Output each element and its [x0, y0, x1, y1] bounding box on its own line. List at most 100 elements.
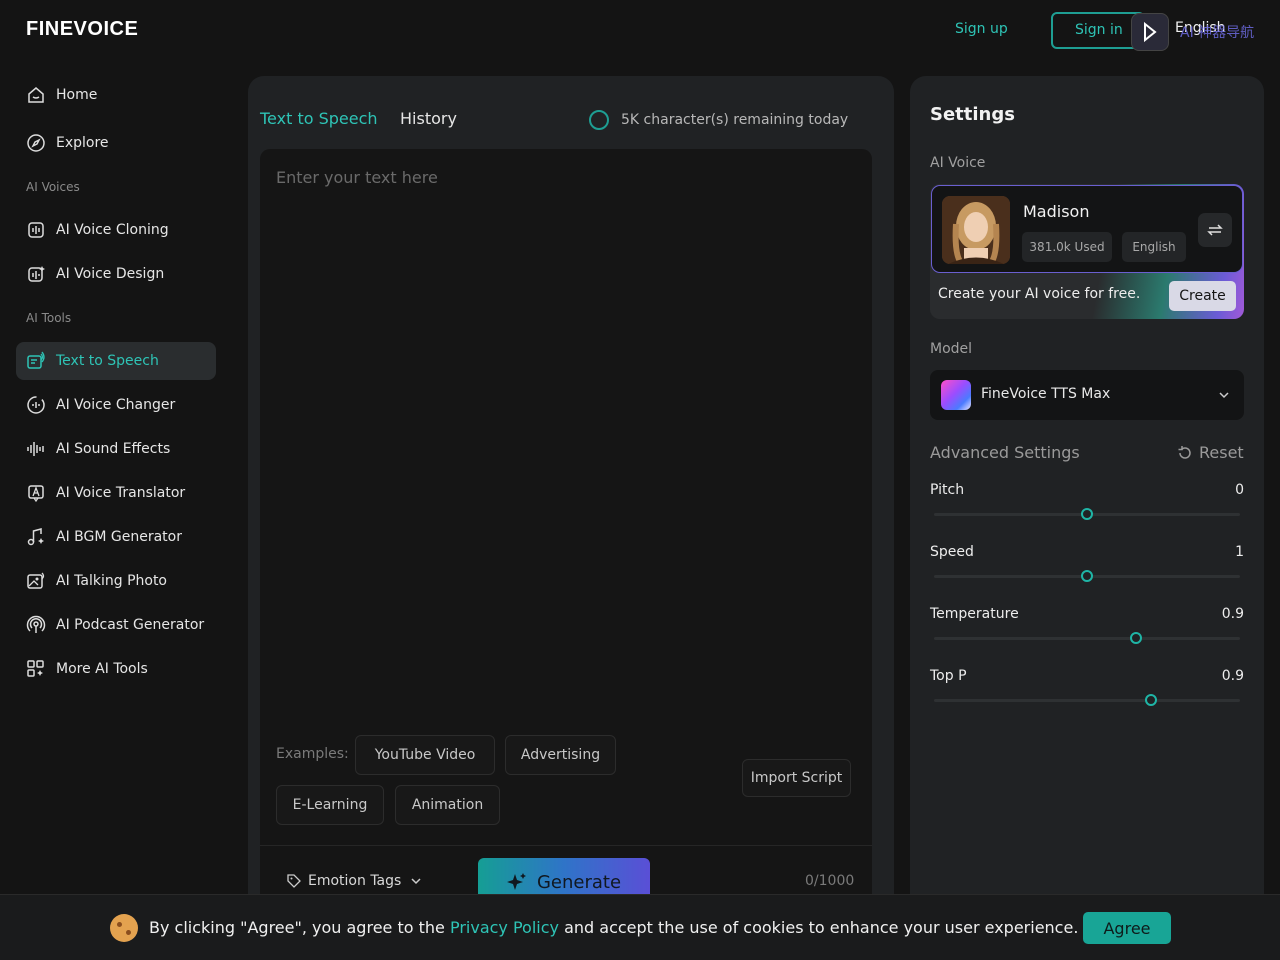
sidebar-item-label: AI Voice Changer — [56, 397, 176, 413]
model-label: Model — [930, 341, 973, 357]
cookie-banner: By clicking "Agree", you agree to the Pr… — [0, 894, 1280, 960]
podcast-icon — [26, 615, 46, 633]
privacy-policy-link[interactable]: Privacy Policy — [450, 918, 559, 937]
sidebar-item-voice-design[interactable]: AI Voice Design — [16, 255, 216, 293]
sidebar-item-home[interactable]: Home — [16, 76, 216, 114]
import-script-button[interactable]: Import Script — [742, 759, 851, 797]
reset-icon — [1178, 445, 1191, 459]
speed-slider-thumb[interactable] — [1081, 570, 1093, 582]
sidebar-item-sound-effects[interactable]: AI Sound Effects — [16, 430, 216, 468]
cookie-message: By clicking "Agree", you agree to the Pr… — [149, 918, 1078, 937]
sidebar-item-label: AI Podcast Generator — [56, 617, 205, 633]
sparkle-icon — [506, 873, 526, 890]
sidebar-item-explore[interactable]: Explore — [16, 124, 216, 162]
home-icon — [28, 87, 44, 103]
reset-button[interactable]: Reset — [1177, 443, 1244, 462]
compass-icon — [27, 134, 45, 152]
example-youtube-video[interactable]: YouTube Video — [355, 735, 495, 775]
quota-ring-icon — [589, 110, 609, 130]
example-advertising[interactable]: Advertising — [505, 735, 616, 775]
sidebar-item-text-to-speech[interactable]: Text to Speech — [16, 342, 216, 380]
top-p-slider[interactable] — [934, 694, 1240, 706]
examples-label: Examples: — [276, 746, 349, 762]
sidebar-item-label: AI Voice Cloning — [56, 222, 169, 238]
ai-voice-label: AI Voice — [930, 155, 986, 171]
cookie-text-after: and accept the use of cookies to enhance… — [559, 918, 1079, 937]
pitch-slider[interactable] — [934, 508, 1240, 520]
sidebar-item-bgm-generator[interactable]: AI BGM Generator — [16, 518, 216, 556]
top-p-label: Top P — [930, 668, 967, 684]
watermark: AI 神器导航 — [1180, 25, 1255, 41]
text-placeholder[interactable]: Enter your text here — [276, 168, 438, 187]
swap-icon — [1207, 224, 1223, 236]
section-ai-tools: AI Tools — [26, 311, 72, 325]
sidebar-item-talking-photo[interactable]: AI Talking Photo — [16, 562, 216, 600]
cookie-text-before: By clicking "Agree", you agree to the — [149, 918, 450, 937]
section-ai-voices: AI Voices — [26, 180, 80, 194]
swap-voice-button[interactable] — [1198, 213, 1232, 247]
pitch-slider-thumb[interactable] — [1081, 508, 1093, 520]
text-to-speech-panel: Text to Speech History 5K character(s) r… — [248, 76, 894, 960]
tab-text-to-speech[interactable]: Text to Speech — [260, 109, 378, 128]
emotion-tags-label: Emotion Tags — [308, 873, 402, 889]
sidebar-item-label: More AI Tools — [56, 661, 148, 677]
sidebar-item-more-tools[interactable]: More AI Tools — [16, 650, 216, 688]
sidebar-item-voice-translator[interactable]: AI Voice Translator — [16, 474, 216, 512]
sidebar-item-label: AI BGM Generator — [56, 529, 182, 545]
voice-design-icon — [28, 266, 45, 282]
top-p-slider-thumb[interactable] — [1145, 694, 1158, 706]
talking-photo-icon — [27, 572, 45, 589]
agree-button[interactable]: Agree — [1083, 912, 1171, 944]
chevron-down-icon — [411, 878, 421, 885]
music-note-icon — [27, 528, 44, 546]
speed-value: 1 — [1235, 544, 1244, 560]
sidebar-item-podcast-generator[interactable]: AI Podcast Generator — [16, 606, 216, 644]
header: FINEVOICE Sign up Sign in English AI 神器导… — [0, 0, 1280, 62]
temperature-label: Temperature — [930, 606, 1019, 622]
voice-changer-icon — [27, 396, 45, 414]
voice-selector: Madison 381.0k Used English Create your … — [930, 184, 1244, 319]
model-select[interactable]: FineVoice TTS Max — [930, 370, 1244, 420]
voice-name: Madison — [1023, 202, 1090, 221]
logo[interactable]: FINEVOICE — [26, 18, 138, 41]
text-to-speech-icon — [27, 351, 45, 369]
top-p-value: 0.9 — [1221, 668, 1244, 684]
voice-card[interactable]: Madison 381.0k Used English — [931, 185, 1243, 273]
voice-usage-badge: 381.0k Used — [1022, 232, 1112, 262]
sidebar-item-label: AI Voice Translator — [56, 485, 186, 501]
remaining-quota: 5K character(s) remaining today — [589, 110, 848, 130]
character-counter: 0/1000 — [805, 873, 855, 889]
temperature-slider[interactable] — [934, 632, 1240, 644]
translator-icon — [28, 485, 44, 503]
example-e-learning[interactable]: E-Learning — [276, 785, 384, 825]
cookie-icon — [110, 914, 138, 942]
advanced-settings-title: Advanced Settings — [930, 443, 1080, 462]
text-input-area[interactable]: Enter your text here Examples: YouTube V… — [260, 149, 872, 960]
voice-language-badge: English — [1122, 232, 1186, 262]
voice-avatar — [942, 196, 1010, 264]
sign-up-link[interactable]: Sign up — [955, 21, 1008, 37]
settings-title: Settings — [930, 104, 1015, 125]
create-voice-promo: Create your AI voice for free. — [938, 286, 1141, 302]
chevron-down-icon — [1219, 392, 1229, 399]
grid-icon — [27, 660, 44, 677]
speed-label: Speed — [930, 544, 974, 560]
pitch-value: 0 — [1235, 482, 1244, 498]
sidebar-item-label: AI Sound Effects — [56, 441, 171, 457]
create-voice-button[interactable]: Create — [1169, 281, 1236, 311]
sidebar-item-label: Home — [56, 87, 98, 103]
emotion-tags-dropdown[interactable]: Emotion Tags — [286, 873, 429, 889]
sidebar-item-voice-cloning[interactable]: AI Voice Cloning — [16, 211, 216, 249]
language-icon[interactable] — [1131, 13, 1169, 51]
tag-icon — [287, 874, 301, 888]
temperature-slider-thumb[interactable] — [1129, 632, 1142, 644]
speed-slider[interactable] — [934, 570, 1240, 582]
generate-label: Generate — [536, 871, 622, 893]
sidebar-item-voice-changer[interactable]: AI Voice Changer — [16, 386, 216, 424]
model-logo-icon — [941, 380, 971, 410]
sidebar-item-label: Explore — [56, 135, 109, 151]
example-animation[interactable]: Animation — [395, 785, 500, 825]
tab-history[interactable]: History — [400, 109, 457, 128]
sidebar-item-label: AI Voice Design — [56, 266, 165, 282]
temperature-value: 0.9 — [1221, 606, 1244, 622]
